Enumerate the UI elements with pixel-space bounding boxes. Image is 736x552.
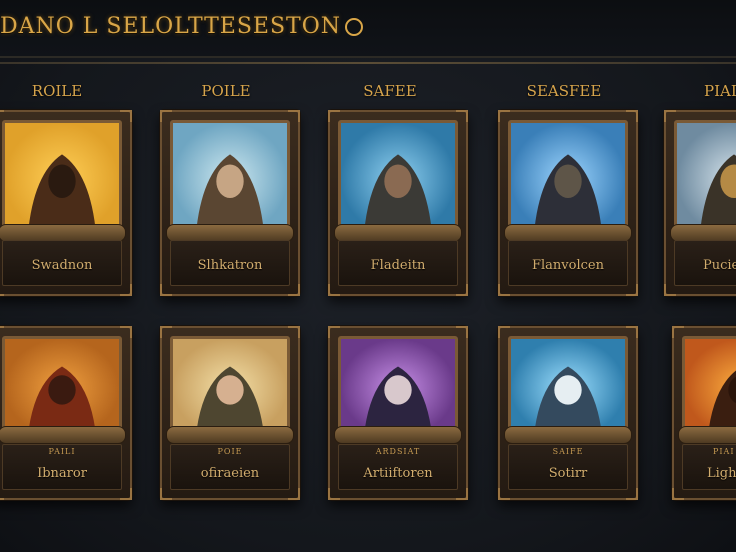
name-plate: Slhkatron (170, 240, 290, 286)
name-plate: POIE ofiraeien (170, 444, 290, 490)
character-card-10[interactable]: PIAI Lightl (672, 326, 736, 500)
name-plate: PIAI Lightl (682, 444, 736, 490)
scroll-ornament (678, 426, 736, 444)
character-card-5[interactable]: Pucie (664, 110, 736, 296)
character-portrait (341, 339, 455, 437)
character-name: ofiraeien (200, 466, 260, 481)
character-selection-screen: DANO L SELOLTTESESTON ROILE POILE SAFEE … (0, 0, 736, 552)
name-plate: Flanvolcen (508, 240, 628, 286)
character-class: ARDSIAT (375, 447, 421, 456)
title-bar: DANO L SELOLTTESESTON (0, 0, 736, 58)
character-portrait (341, 123, 455, 235)
character-name: Artiiftoren (363, 466, 433, 481)
character-class: SAIFE (552, 447, 584, 456)
character-card-3[interactable]: Fladeitn (328, 110, 468, 296)
character-card-2[interactable]: Slhkatron (160, 110, 300, 296)
character-name: Ibnaror (37, 466, 87, 481)
name-plate: Swadnon (2, 240, 122, 286)
ornament-icon (344, 18, 363, 36)
character-name: Fladeitn (370, 258, 426, 273)
character-portrait (5, 339, 119, 437)
character-class: PAILI (48, 447, 76, 456)
character-card-9[interactable]: SAIFE Sotirr (498, 326, 638, 500)
character-portrait (5, 123, 119, 235)
character-card-7[interactable]: POIE ofiraeien (160, 326, 300, 500)
column-header-2: POILE (201, 82, 251, 100)
name-plate: Fladeitn (338, 240, 458, 286)
character-name: Swadnon (31, 258, 93, 273)
character-name: Lightl (707, 466, 736, 481)
character-class: POIE (217, 447, 243, 456)
character-class: PIAI (713, 447, 735, 456)
character-name: Sotirr (548, 466, 588, 481)
scroll-ornament (0, 426, 126, 444)
character-portrait (511, 339, 625, 437)
portrait-frame (170, 120, 290, 238)
character-portrait (173, 123, 287, 235)
portrait-frame (682, 336, 736, 440)
name-plate: PAILI Ibnaror (2, 444, 122, 490)
character-card-4[interactable]: Flanvolcen (498, 110, 638, 296)
scroll-ornament (166, 426, 294, 444)
header-divider (0, 62, 736, 64)
character-portrait (677, 123, 736, 235)
scroll-ornament (334, 426, 462, 444)
column-header-5: PIAI (704, 82, 736, 100)
screen-title-text: DANO L SELOLTTESESTON (0, 14, 341, 39)
character-name: Pucie (703, 258, 736, 273)
character-portrait (685, 339, 736, 437)
character-portrait (511, 123, 625, 235)
column-header-3: SAFEE (363, 82, 417, 100)
character-portrait (173, 339, 287, 437)
portrait-frame (2, 120, 122, 238)
character-card-6[interactable]: PAILI Ibnaror (0, 326, 132, 500)
name-plate: SAIFE Sotirr (508, 444, 628, 490)
column-header-4: SEASFEE (526, 82, 602, 100)
column-header-1: ROILE (31, 82, 83, 100)
portrait-frame (508, 336, 628, 440)
portrait-frame (508, 120, 628, 238)
portrait-frame (338, 120, 458, 238)
character-name: Flanvolcen (532, 258, 604, 273)
portrait-frame (2, 336, 122, 440)
portrait-frame (674, 120, 736, 238)
screen-title: DANO L SELOLTTESESTON (0, 14, 363, 39)
name-plate: Pucie (674, 240, 736, 286)
scroll-ornament (504, 426, 632, 444)
portrait-frame (338, 336, 458, 440)
character-card-8[interactable]: ARDSIAT Artiiftoren (328, 326, 468, 500)
portrait-frame (170, 336, 290, 440)
character-card-1[interactable]: Swadnon (0, 110, 132, 296)
character-name: Slhkatron (197, 258, 263, 273)
name-plate: ARDSIAT Artiiftoren (338, 444, 458, 490)
